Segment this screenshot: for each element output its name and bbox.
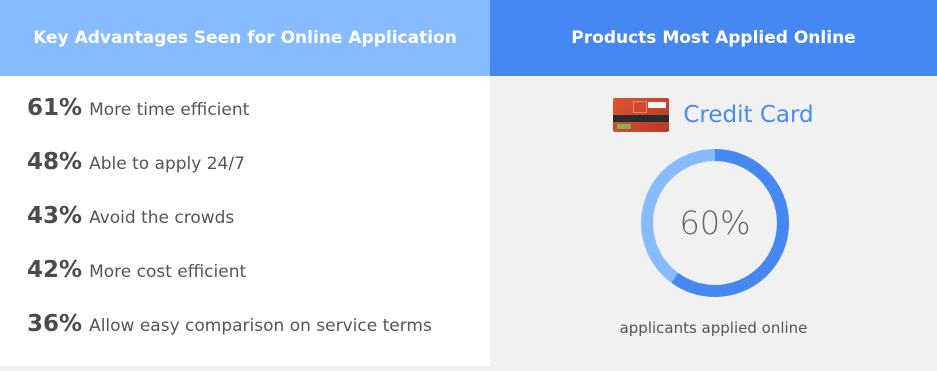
stat-item: 42% More cost efficient bbox=[27, 257, 490, 311]
stat-item: 43% Avoid the crowds bbox=[27, 203, 490, 257]
stat-item: 36% Allow easy comparison on service ter… bbox=[27, 311, 490, 365]
stat-percent: 36% bbox=[27, 311, 83, 337]
products-header: Products Most Applied Online bbox=[490, 0, 937, 76]
stat-label: Allow easy comparison on service terms bbox=[89, 316, 432, 336]
infographic: Key Advantages Seen for Online Applicati… bbox=[0, 0, 937, 371]
product-row: Credit Card bbox=[490, 98, 937, 132]
stat-label: Able to apply 24/7 bbox=[89, 154, 245, 174]
products-title: Products Most Applied Online bbox=[571, 28, 856, 48]
products-body: Credit Card 60% applicants applied onlin… bbox=[490, 76, 937, 371]
stat-label: Avoid the crowds bbox=[89, 208, 235, 228]
stat-label: More cost efficient bbox=[89, 262, 247, 282]
stat-item: 48% Able to apply 24/7 bbox=[27, 149, 490, 203]
stat-percent: 48% bbox=[27, 149, 83, 175]
donut-caption: applicants applied online bbox=[619, 319, 808, 337]
credit-card-icon bbox=[613, 98, 670, 132]
advantages-title: Key Advantages Seen for Online Applicati… bbox=[33, 28, 457, 48]
advantages-list: 61% More time efficient 48% Able to appl… bbox=[0, 76, 490, 366]
stat-label: More time efficient bbox=[89, 100, 250, 120]
products-panel: Products Most Applied Online Credit Card… bbox=[490, 0, 937, 371]
stat-percent: 43% bbox=[27, 203, 83, 229]
advantages-panel: Key Advantages Seen for Online Applicati… bbox=[0, 0, 490, 371]
stat-percent: 61% bbox=[27, 95, 83, 121]
advantages-header: Key Advantages Seen for Online Applicati… bbox=[0, 0, 490, 76]
stat-item: 61% More time efficient bbox=[27, 95, 490, 149]
product-name: Credit Card bbox=[683, 102, 814, 128]
donut-value: 60% bbox=[679, 204, 751, 242]
stat-percent: 42% bbox=[27, 257, 83, 283]
